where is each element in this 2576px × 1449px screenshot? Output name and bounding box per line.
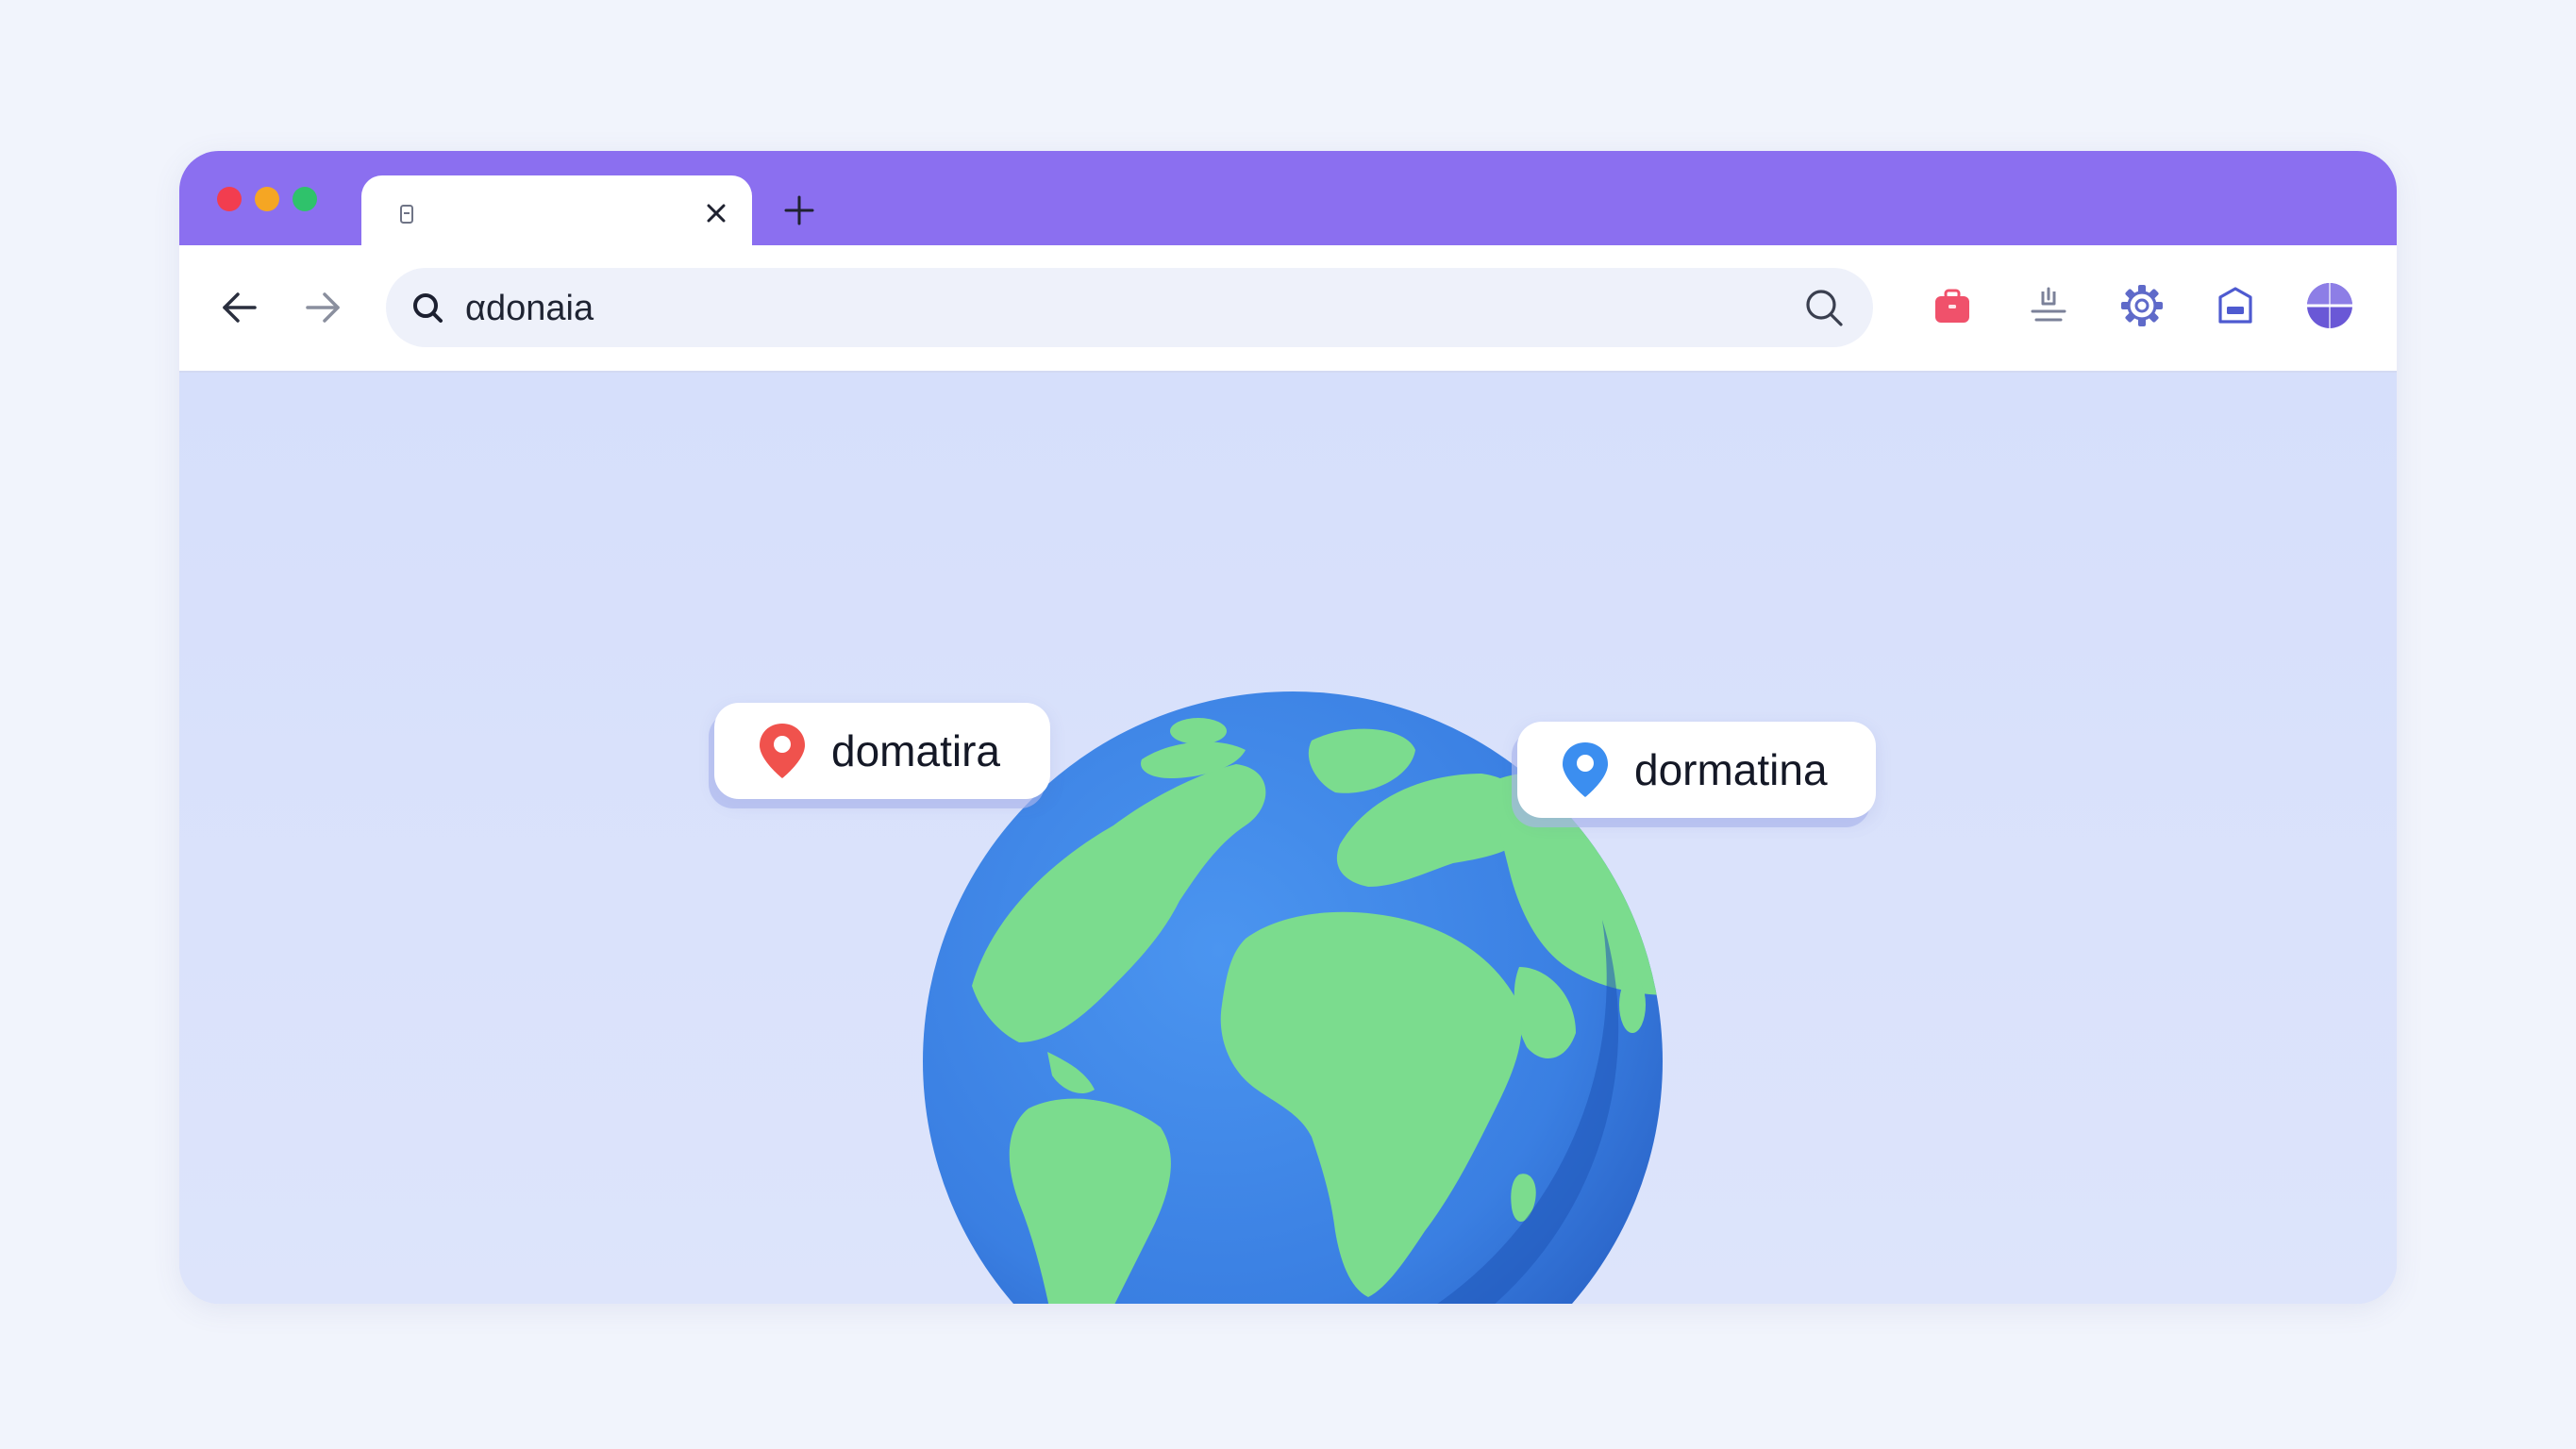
briefcase-button[interactable] — [1921, 275, 1983, 337]
navigation-toolbar — [179, 245, 2397, 373]
gear-icon — [2121, 285, 2163, 326]
address-bar[interactable] — [386, 268, 1873, 347]
browser-tab[interactable] — [361, 175, 752, 251]
profile-button[interactable] — [2299, 275, 2361, 337]
plus-icon — [784, 195, 814, 225]
page-content: domatira dormatina — [179, 373, 2397, 1304]
address-input[interactable] — [463, 281, 1769, 336]
location-card-domatira[interactable]: domatira — [714, 703, 1050, 799]
address-search-button[interactable] — [1799, 283, 1848, 332]
avatar-globe-icon — [2307, 283, 2352, 328]
new-tab-button[interactable] — [776, 187, 823, 234]
search-icon — [409, 289, 446, 326]
back-button[interactable] — [209, 277, 270, 338]
close-window-button[interactable] — [217, 187, 242, 211]
title-bar — [179, 151, 2397, 251]
location-label: dormatina — [1634, 745, 1828, 794]
arrow-right-icon — [306, 292, 340, 323]
download-button[interactable] — [2017, 275, 2080, 337]
download-icon — [2031, 287, 2066, 322]
location-card-dormatina[interactable]: dormatina — [1517, 722, 1876, 818]
close-tab-button[interactable] — [695, 192, 737, 234]
search-icon — [1806, 290, 1843, 326]
page-icon — [393, 202, 420, 228]
map-pin-icon — [1563, 742, 1608, 797]
minimize-window-button[interactable] — [255, 187, 279, 211]
maximize-window-button[interactable] — [293, 187, 317, 211]
archive-button[interactable] — [2204, 275, 2267, 337]
archive-icon — [2218, 287, 2252, 324]
settings-button[interactable] — [2111, 275, 2173, 337]
forward-button[interactable] — [293, 277, 353, 338]
browser-window: domatira dormatina — [179, 151, 2397, 1304]
arrow-left-icon — [223, 292, 257, 323]
location-label: domatira — [831, 726, 1000, 775]
briefcase-icon — [1935, 289, 1969, 323]
map-pin-icon — [760, 724, 805, 778]
close-icon — [707, 204, 726, 223]
